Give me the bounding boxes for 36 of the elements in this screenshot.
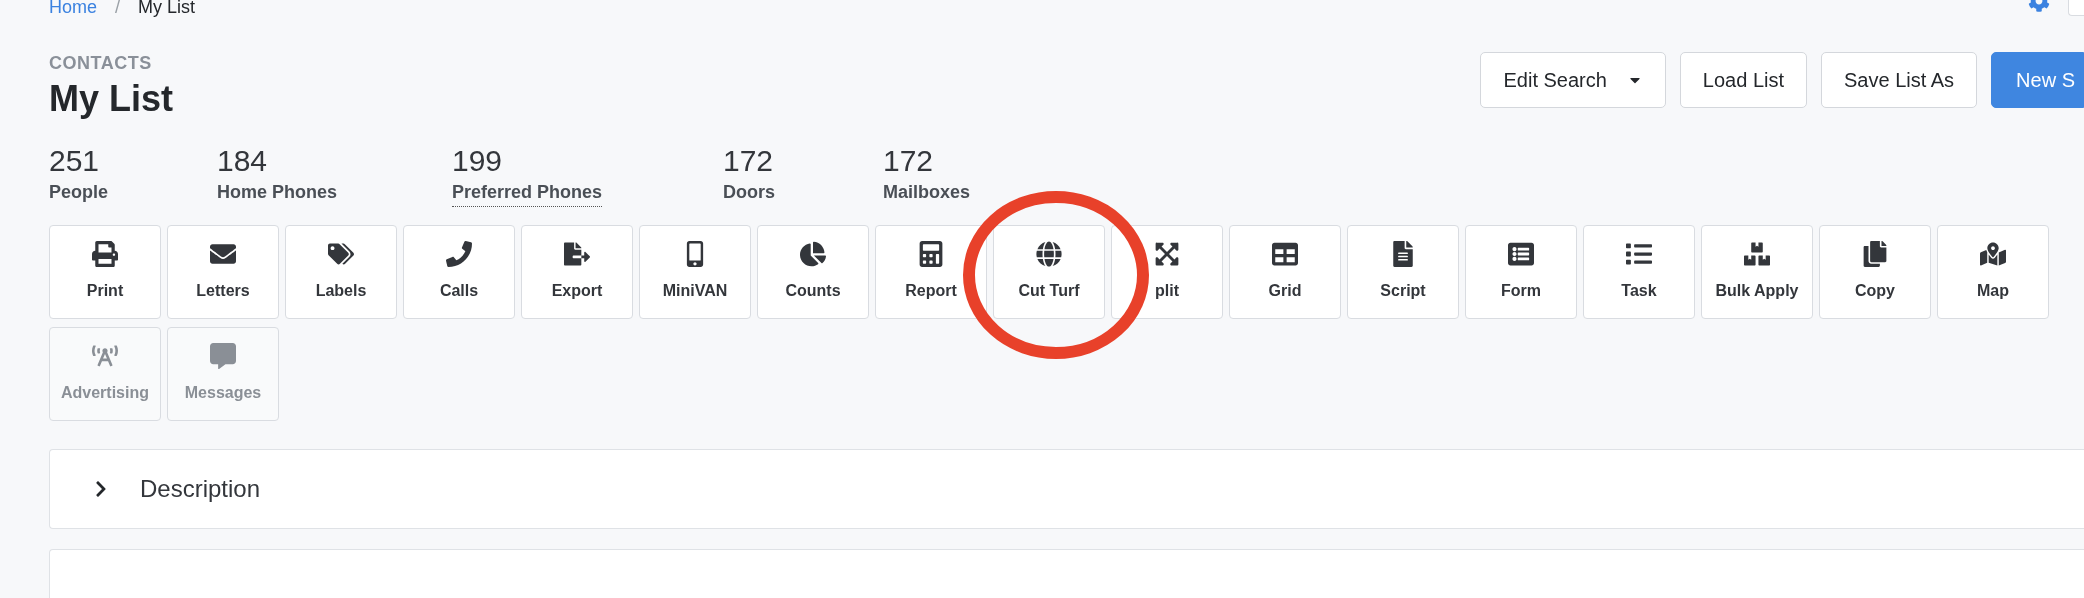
tool-tile[interactable]: MiniVAN	[639, 225, 751, 319]
panel-title: Description	[140, 474, 261, 504]
dropdown-button[interactable]: Edit Search	[1480, 52, 1666, 108]
tool-tile[interactable]: Calls	[403, 225, 515, 319]
section-label: CONTACTS	[49, 52, 153, 75]
breadcrumb-link[interactable]: Home	[49, 0, 97, 21]
tool-tile[interactable]: Letters	[167, 225, 279, 319]
tool-tile[interactable]: Form	[1465, 225, 1577, 319]
tool-tile[interactable]: Bulk Apply	[1701, 225, 1813, 319]
stat-label: People	[49, 181, 109, 204]
tool-tile[interactable]: Copy	[1819, 225, 1931, 319]
tool-tile[interactable]: Grid	[1229, 225, 1341, 319]
description-panel[interactable]: Description	[49, 449, 2084, 529]
stat-label: Doors	[723, 181, 775, 204]
stat-value: 251	[49, 143, 101, 179]
tool-tile[interactable]: Script	[1347, 225, 1459, 319]
stat-value: 184	[217, 143, 269, 179]
stat-label[interactable]: Preferred Phones	[452, 179, 603, 207]
tool-tile[interactable]: Counts	[757, 225, 869, 319]
tool-tile[interactable]: Export	[521, 225, 633, 319]
tool-tile[interactable]: Cut Turf	[993, 225, 1105, 319]
action-button[interactable]: New S	[1991, 52, 2084, 108]
stat-value: 199	[452, 143, 504, 179]
stat-label: Mailboxes	[883, 181, 971, 204]
tool-tile[interactable]: Map	[1937, 225, 2049, 319]
action-button[interactable]: Save List As	[1821, 52, 1978, 108]
tool-tile[interactable]: Task	[1583, 225, 1695, 319]
breadcrumb-current: My List	[138, 0, 196, 19]
page-title: My List	[49, 77, 173, 121]
tool-tile[interactable]: Labels	[285, 225, 397, 319]
stat-label: Home Phones	[217, 181, 338, 204]
stat-value: 172	[883, 143, 935, 179]
action-button[interactable]: Load List	[1679, 52, 1808, 108]
stat-value: 172	[723, 143, 775, 179]
tool-tile[interactable]: Print	[49, 225, 161, 319]
breadcrumb-separator: /	[115, 0, 121, 19]
